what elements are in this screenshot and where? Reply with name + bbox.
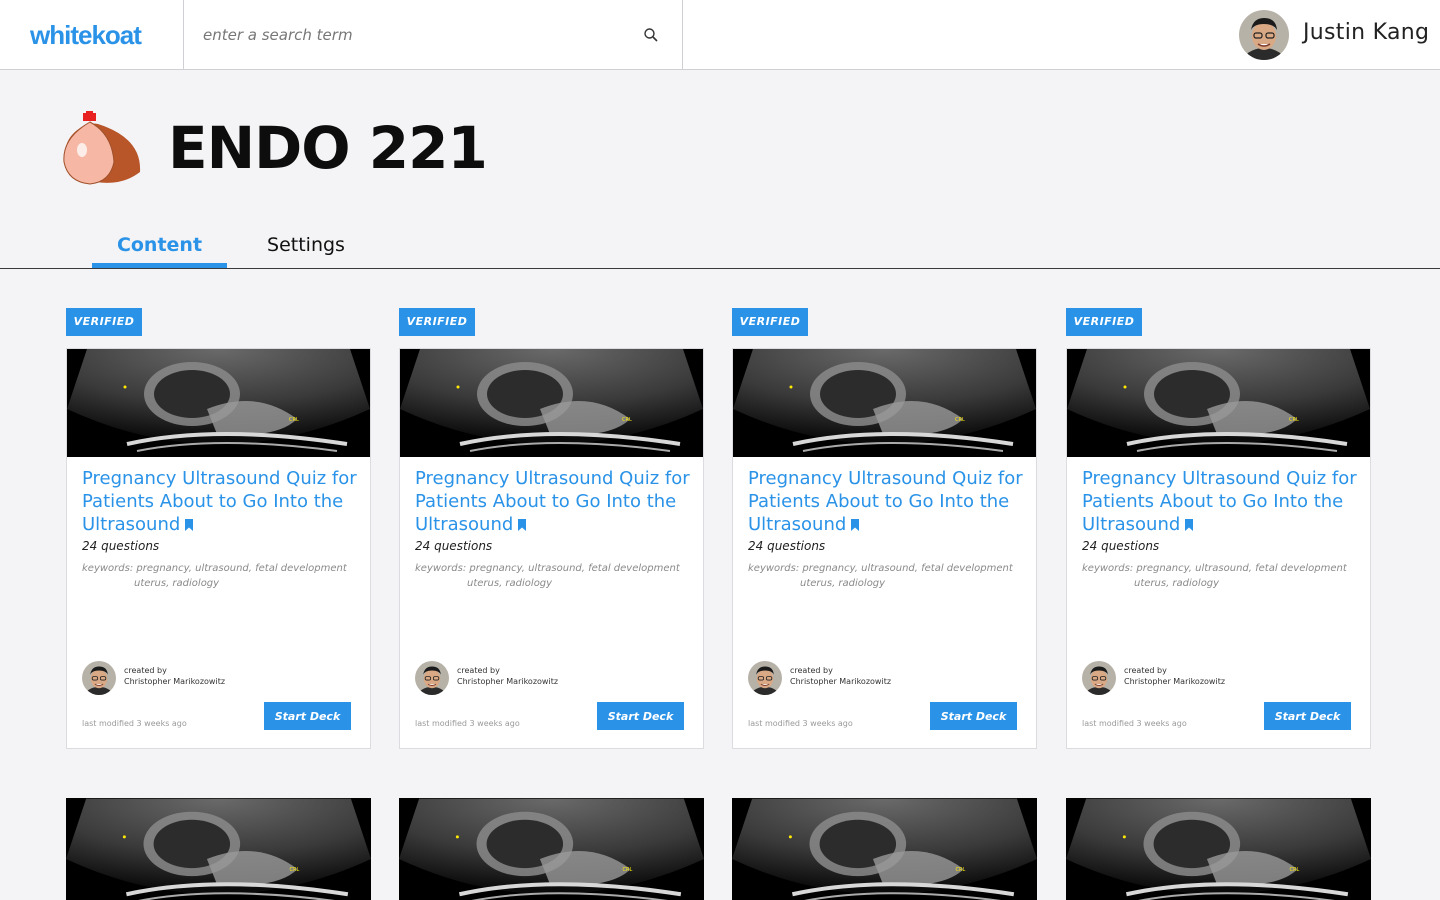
keywords: keywords: pregnancy, ultrasound, fetal d… xyxy=(82,561,367,591)
bookmark-icon[interactable] xyxy=(851,519,860,531)
ultrasound-thumbnail[interactable] xyxy=(732,798,1037,900)
start-deck-button[interactable]: Start Deck xyxy=(930,702,1017,730)
search-input[interactable] xyxy=(184,0,682,69)
creator-avatar xyxy=(415,661,449,695)
deck-card[interactable]: Pregnancy Ultrasound Quiz for Patients A… xyxy=(66,348,371,749)
keywords: keywords: pregnancy, ultrasound, fetal d… xyxy=(1082,561,1367,591)
creator-avatar xyxy=(82,661,116,695)
tab-content[interactable]: Content xyxy=(92,234,227,256)
top-bar: whitekoat Justin Kang xyxy=(0,0,1440,70)
ultrasound-thumbnail[interactable] xyxy=(733,349,1036,457)
tab-settings[interactable]: Settings xyxy=(255,234,357,256)
creator-name: Christopher Marikozowitz xyxy=(124,677,226,686)
ultrasound-thumbnail[interactable] xyxy=(1066,798,1371,900)
question-count: 24 questions xyxy=(748,539,826,553)
page-title: ENDO 221 xyxy=(168,114,488,182)
question-count: 24 questions xyxy=(415,539,493,553)
deck-card[interactable]: Pregnancy Ultrasound Quiz for Patients A… xyxy=(732,348,1037,749)
last-modified: last modified 3 weeks ago xyxy=(1082,719,1187,728)
user-name[interactable]: Justin Kang xyxy=(1303,20,1429,45)
start-deck-button[interactable]: Start Deck xyxy=(597,702,684,730)
deck-title-text[interactable]: Pregnancy Ultrasound Quiz for Patients A… xyxy=(82,468,357,535)
ham-icon xyxy=(63,111,141,185)
verified-badge: VERIFIED xyxy=(66,308,142,336)
deck-title[interactable]: Pregnancy Ultrasound Quiz for Patients A… xyxy=(1082,467,1362,536)
ultrasound-thumbnail[interactable] xyxy=(67,349,370,457)
ultrasound-thumbnail[interactable] xyxy=(399,798,704,900)
deck-card[interactable]: Pregnancy Ultrasound Quiz for Patients A… xyxy=(1066,348,1371,749)
last-modified: last modified 3 weeks ago xyxy=(748,719,853,728)
last-modified: last modified 3 weeks ago xyxy=(415,719,520,728)
deck-card[interactable]: Pregnancy Ultrasound Quiz for Patients A… xyxy=(399,348,704,749)
deck-title-text[interactable]: Pregnancy Ultrasound Quiz for Patients A… xyxy=(1082,468,1357,535)
verified-badge: VERIFIED xyxy=(732,308,808,336)
verified-badge: VERIFIED xyxy=(399,308,475,336)
creator-avatar xyxy=(748,661,782,695)
bookmark-icon[interactable] xyxy=(185,519,194,531)
created-by-label: created by xyxy=(1124,666,1167,675)
keywords-line-1: keywords: pregnancy, ultrasound, fetal d… xyxy=(82,563,347,574)
creator-name: Christopher Marikozowitz xyxy=(1124,677,1226,686)
question-count: 24 questions xyxy=(82,539,160,553)
start-deck-button[interactable]: Start Deck xyxy=(264,702,351,730)
deck-title-text[interactable]: Pregnancy Ultrasound Quiz for Patients A… xyxy=(415,468,690,535)
user-avatar[interactable] xyxy=(1239,10,1289,60)
divider xyxy=(682,0,683,69)
keywords-line-2: uterus, radiology xyxy=(1134,578,1220,589)
start-deck-button[interactable]: Start Deck xyxy=(1264,702,1351,730)
created-by-label: created by xyxy=(124,666,167,675)
bookmark-icon[interactable] xyxy=(518,519,527,531)
deck-title-text[interactable]: Pregnancy Ultrasound Quiz for Patients A… xyxy=(748,468,1023,535)
keywords-line-1: keywords: pregnancy, ultrasound, fetal d… xyxy=(1082,563,1347,574)
creator-avatar xyxy=(1082,661,1116,695)
last-modified: last modified 3 weeks ago xyxy=(82,719,187,728)
ultrasound-thumbnail[interactable] xyxy=(1067,349,1370,457)
verified-badge: VERIFIED xyxy=(1066,308,1142,336)
deck-title[interactable]: Pregnancy Ultrasound Quiz for Patients A… xyxy=(748,467,1028,536)
tabs-divider xyxy=(0,268,1440,269)
deck-title[interactable]: Pregnancy Ultrasound Quiz for Patients A… xyxy=(82,467,362,536)
keywords-line-2: uterus, radiology xyxy=(800,578,886,589)
search-icon[interactable] xyxy=(643,27,659,43)
keywords: keywords: pregnancy, ultrasound, fetal d… xyxy=(415,561,700,591)
bookmark-icon[interactable] xyxy=(1185,519,1194,531)
keywords-line-2: uterus, radiology xyxy=(134,578,220,589)
ultrasound-thumbnail[interactable] xyxy=(66,798,371,900)
keywords-line-1: keywords: pregnancy, ultrasound, fetal d… xyxy=(415,563,680,574)
app-logo[interactable]: whitekoat xyxy=(30,20,142,51)
question-count: 24 questions xyxy=(1082,539,1160,553)
ultrasound-thumbnail[interactable] xyxy=(400,349,703,457)
created-by-label: created by xyxy=(790,666,833,675)
deck-title[interactable]: Pregnancy Ultrasound Quiz for Patients A… xyxy=(415,467,695,536)
creator-name: Christopher Marikozowitz xyxy=(790,677,892,686)
creator-name: Christopher Marikozowitz xyxy=(457,677,559,686)
created-by-label: created by xyxy=(457,666,500,675)
keywords: keywords: pregnancy, ultrasound, fetal d… xyxy=(748,561,1033,591)
keywords-line-2: uterus, radiology xyxy=(467,578,553,589)
keywords-line-1: keywords: pregnancy, ultrasound, fetal d… xyxy=(748,563,1013,574)
